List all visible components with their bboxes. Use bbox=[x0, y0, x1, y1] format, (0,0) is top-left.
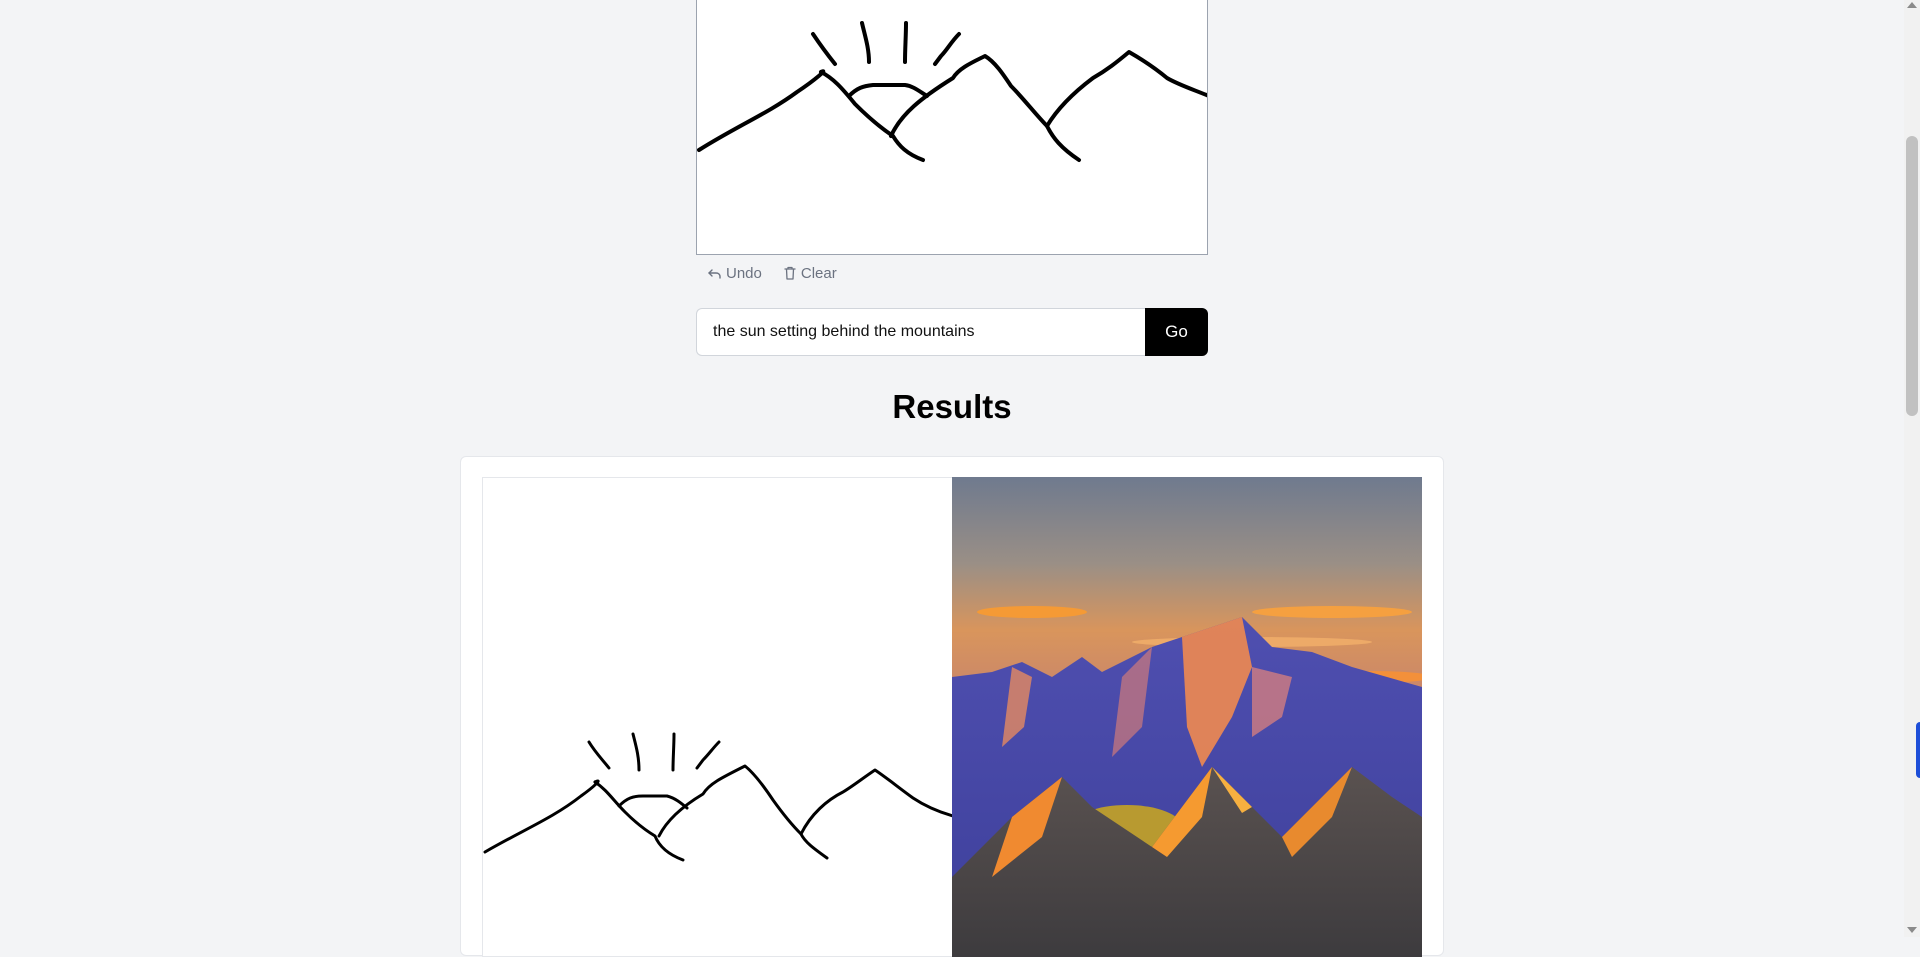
go-button[interactable]: Go bbox=[1145, 308, 1208, 356]
undo-icon bbox=[708, 267, 721, 279]
results-card bbox=[460, 456, 1444, 957]
canvas-toolbar: Undo Clear bbox=[708, 262, 837, 284]
undo-button[interactable]: Undo bbox=[708, 265, 762, 282]
side-edge-tab[interactable] bbox=[1916, 722, 1920, 778]
clear-label: Clear bbox=[800, 264, 837, 282]
drawing-canvas[interactable] bbox=[696, 0, 1208, 255]
undo-label: Undo bbox=[726, 264, 762, 282]
results-heading: Results bbox=[892, 388, 1012, 425]
result-sketch-image bbox=[482, 477, 952, 957]
scroll-down-arrow-icon[interactable] bbox=[1907, 927, 1917, 933]
prompt-input[interactable] bbox=[696, 308, 1145, 356]
result-item bbox=[482, 477, 1422, 957]
trash-icon bbox=[784, 266, 796, 280]
result-generated-image bbox=[952, 477, 1422, 957]
scrollbar-thumb[interactable] bbox=[1906, 136, 1918, 416]
clear-button[interactable]: Clear bbox=[784, 265, 837, 282]
prompt-form: Go bbox=[696, 308, 1208, 356]
scroll-up-arrow-icon[interactable] bbox=[1907, 2, 1917, 8]
